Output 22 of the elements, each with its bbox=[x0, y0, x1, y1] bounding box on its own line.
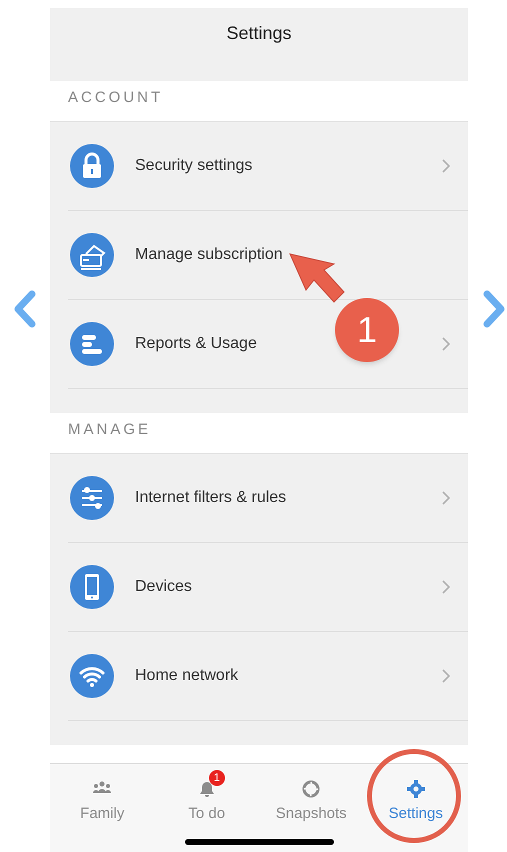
notification-badge: 1 bbox=[208, 770, 225, 786]
bars-icon bbox=[70, 322, 114, 366]
lock-icon bbox=[70, 144, 114, 188]
row-label: Devices bbox=[135, 577, 193, 597]
screen-title: Settings bbox=[226, 22, 292, 45]
row-label: Reports & Usage bbox=[135, 334, 258, 354]
row-label: Security settings bbox=[135, 156, 254, 176]
row-label: Manage subscription bbox=[135, 245, 284, 265]
section-header: ACCOUNT bbox=[68, 90, 164, 105]
row-label: Home network bbox=[135, 666, 240, 686]
settings-row[interactable]: Security settings bbox=[68, 122, 468, 211]
section-header: MANAGE bbox=[68, 422, 152, 437]
tab[interactable]: Settings bbox=[364, 764, 468, 852]
sliders-icon bbox=[70, 476, 114, 520]
settings-row[interactable]: Home network bbox=[68, 632, 468, 721]
phone-icon bbox=[70, 565, 114, 609]
wifi-icon bbox=[70, 654, 114, 698]
credit-card-icon bbox=[70, 233, 114, 277]
settings-row[interactable]: Devices bbox=[68, 543, 468, 632]
tab[interactable]: 1 To do bbox=[154, 764, 259, 852]
row-label: Internet filters & rules bbox=[135, 488, 288, 508]
settings-row[interactable]: Internet filters & rules bbox=[68, 454, 468, 543]
